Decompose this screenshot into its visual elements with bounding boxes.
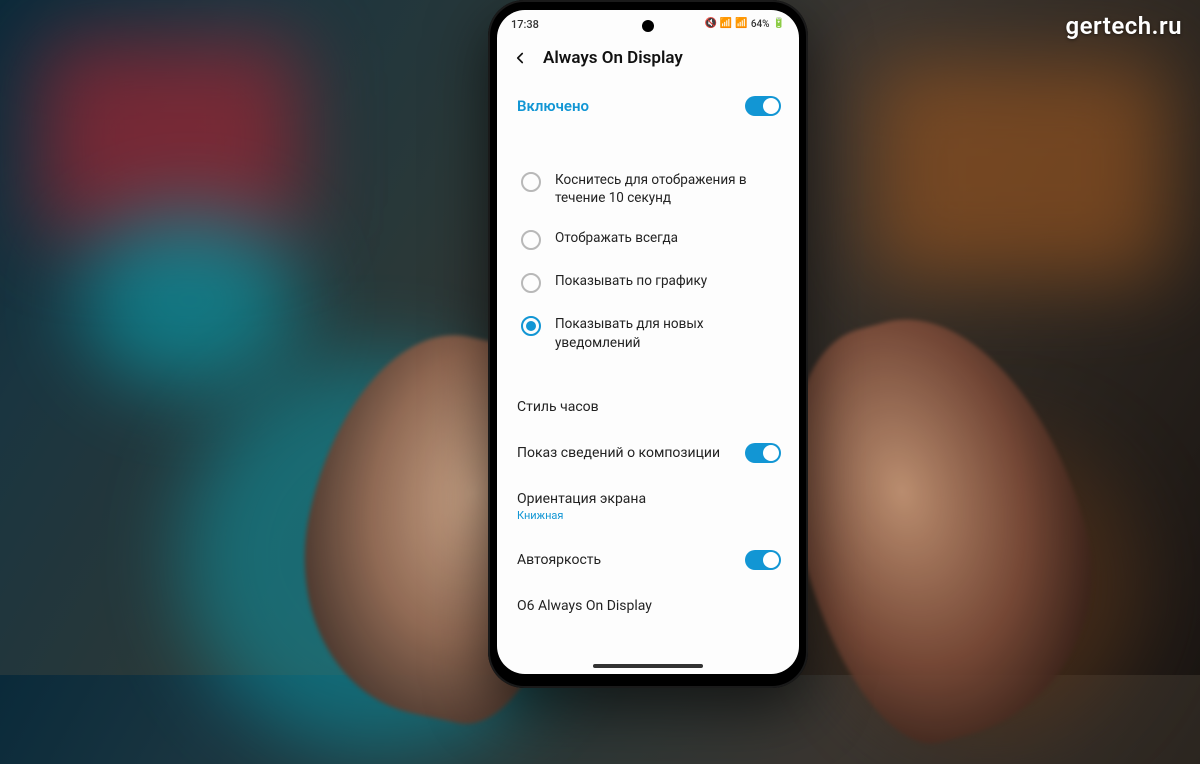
orientation-label: Ориентация экрана bbox=[517, 491, 781, 507]
master-toggle-row[interactable]: Включено bbox=[497, 82, 799, 130]
auto-brightness-toggle[interactable] bbox=[745, 550, 781, 570]
orientation-row[interactable]: Ориентация экрана Книжная bbox=[497, 477, 799, 536]
radio-option-new-notifications[interactable]: Показывать для новых уведомлений bbox=[497, 304, 799, 362]
auto-brightness-row[interactable]: Автояркость bbox=[497, 536, 799, 584]
music-info-toggle[interactable] bbox=[745, 443, 781, 463]
master-toggle-label: Включено bbox=[517, 97, 589, 115]
phone-frame: 17:38 🔇 📶 📶 64% 🔋 Always On Display Вклю… bbox=[488, 0, 808, 688]
battery-icon: 🔋 bbox=[773, 19, 785, 29]
radio-icon bbox=[521, 273, 541, 293]
watermark: gertech.ru bbox=[1065, 12, 1182, 40]
auto-brightness-label: Автояркость bbox=[517, 552, 611, 568]
page-title: Always On Display bbox=[543, 48, 683, 68]
about-row[interactable]: О6 Always On Display bbox=[497, 584, 799, 628]
settings-content: Включено Коснитесь для отображения в теч… bbox=[497, 82, 799, 628]
radio-icon bbox=[521, 230, 541, 250]
back-icon[interactable] bbox=[511, 49, 529, 67]
radio-label: Показывать для новых уведомлений bbox=[555, 315, 781, 351]
wifi-icon: 📶 bbox=[720, 19, 732, 29]
radio-icon-checked bbox=[521, 316, 541, 336]
clock-style-row[interactable]: Стиль часов bbox=[497, 385, 799, 429]
vibrate-icon: 🔇 bbox=[704, 19, 716, 29]
page-header: Always On Display bbox=[497, 38, 799, 82]
radio-option-tap-to-show[interactable]: Коснитесь для отображения в течение 10 с… bbox=[497, 160, 799, 218]
orientation-value: Книжная bbox=[517, 509, 781, 522]
status-right: 🔇 📶 📶 64% 🔋 bbox=[704, 19, 785, 30]
background-blob bbox=[840, 435, 1140, 735]
music-info-row[interactable]: Показ сведений о композиции bbox=[497, 429, 799, 477]
master-toggle-switch[interactable] bbox=[745, 96, 781, 116]
camera-hole bbox=[642, 20, 654, 32]
radio-option-schedule[interactable]: Показывать по графику bbox=[497, 261, 799, 304]
clock-style-label: Стиль часов bbox=[517, 399, 781, 415]
radio-label: Отображать всегда bbox=[555, 229, 678, 247]
background-blob bbox=[40, 40, 300, 240]
battery-percent: 64% bbox=[751, 19, 770, 30]
gesture-bar[interactable] bbox=[593, 664, 703, 668]
signal-icon: 📶 bbox=[735, 19, 747, 29]
status-time: 17:38 bbox=[511, 18, 539, 31]
spacer bbox=[497, 363, 799, 385]
about-label: О6 Always On Display bbox=[517, 598, 781, 614]
music-info-label: Показ сведений о композиции bbox=[517, 445, 730, 461]
background-blob bbox=[870, 60, 1170, 280]
radio-label: Показывать по графику bbox=[555, 272, 707, 290]
radio-label: Коснитесь для отображения в течение 10 с… bbox=[555, 171, 781, 207]
phone-screen: 17:38 🔇 📶 📶 64% 🔋 Always On Display Вклю… bbox=[497, 10, 799, 674]
spacer bbox=[497, 130, 799, 160]
background-blob bbox=[80, 210, 300, 390]
radio-icon bbox=[521, 172, 541, 192]
radio-option-always[interactable]: Отображать всегда bbox=[497, 218, 799, 261]
